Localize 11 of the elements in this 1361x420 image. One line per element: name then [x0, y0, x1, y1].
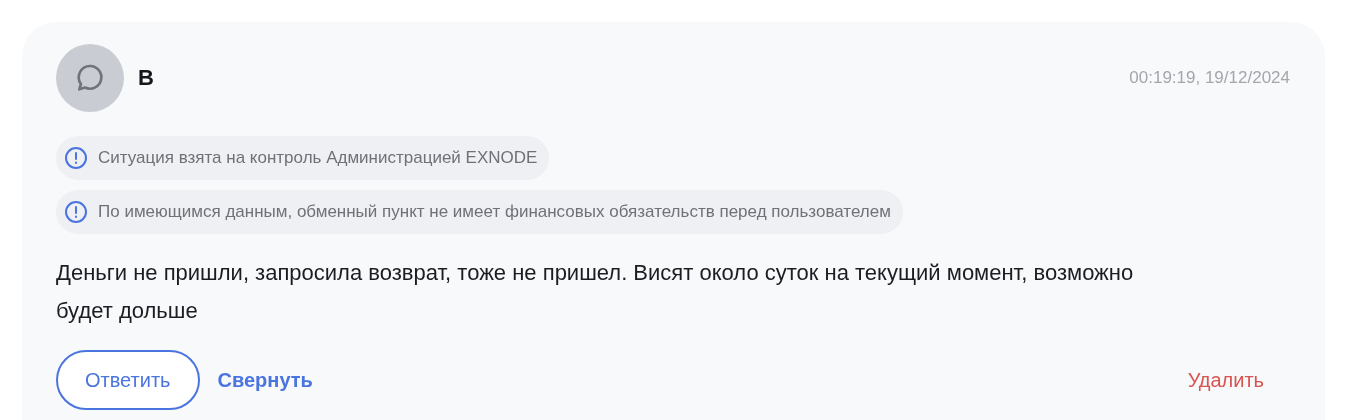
author-name: В [138, 65, 155, 91]
review-text: Деньги не пришли, запросила возврат, тоже не пришел. Висят около суток на текущий момент, возможно будет дольше [56, 259, 1135, 325]
chat-bubble-icon [74, 62, 106, 94]
notice-text: Ситуация взята на контроль Администрацией EXNODE [98, 148, 538, 168]
reply-button[interactable]: Ответить [56, 350, 200, 410]
collapse-link[interactable]: Свернуть [217, 368, 313, 392]
timestamp: 00:19:19, 19/12/2024 [1129, 68, 1290, 88]
exclamation-icon [64, 200, 88, 224]
exclamation-icon [64, 146, 88, 170]
notice-text: По имеющимся данным, обменный пункт не имеет финансовых обязательств перед пользователем [98, 202, 891, 222]
delete-link[interactable]: Удалить [1187, 368, 1264, 392]
